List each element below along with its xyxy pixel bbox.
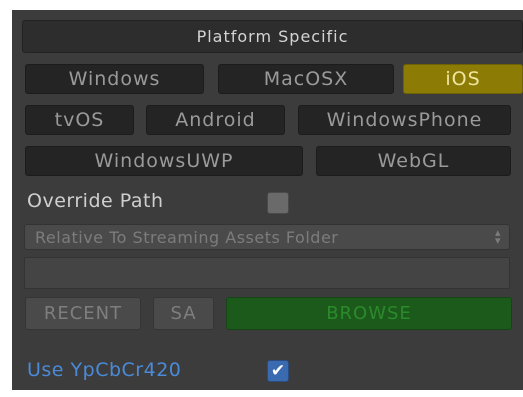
tab-windows[interactable]: Windows [25, 64, 204, 94]
recent-button[interactable]: RECENT [25, 297, 141, 330]
use-ycbcr-label: Use YpCbCr420 [27, 359, 182, 381]
tab-tvos[interactable]: tvOS [25, 105, 134, 135]
tab-webgl[interactable]: WebGL [316, 146, 511, 176]
checkmark-icon: ✔ [270, 361, 286, 381]
section-title: Platform Specific [196, 27, 349, 46]
browse-button[interactable]: BROWSE [226, 297, 512, 330]
sa-button[interactable]: SA [153, 297, 214, 330]
updown-arrows-icon: ▴ ▾ [494, 226, 501, 247]
tab-android[interactable]: Android [146, 105, 285, 135]
tab-macosx[interactable]: MacOSX [218, 64, 394, 94]
override-path-checkbox[interactable] [267, 192, 289, 214]
path-location-dropdown[interactable]: Relative To Streaming Assets Folder ▴ ▾ [24, 224, 510, 250]
override-path-label: Override Path [27, 190, 164, 212]
platform-specific-panel: Platform Specific Windows MacOSX iOS tvO… [12, 10, 523, 390]
tab-ios[interactable]: iOS [403, 64, 523, 94]
use-ycbcr-checkbox[interactable]: ✔ [267, 360, 289, 382]
path-location-value: Relative To Streaming Assets Folder [35, 227, 339, 247]
section-header: Platform Specific [22, 20, 523, 53]
tab-windowsphone[interactable]: WindowsPhone [298, 105, 511, 135]
tab-windowsuwp[interactable]: WindowsUWP [25, 146, 303, 176]
path-input[interactable] [24, 257, 510, 289]
